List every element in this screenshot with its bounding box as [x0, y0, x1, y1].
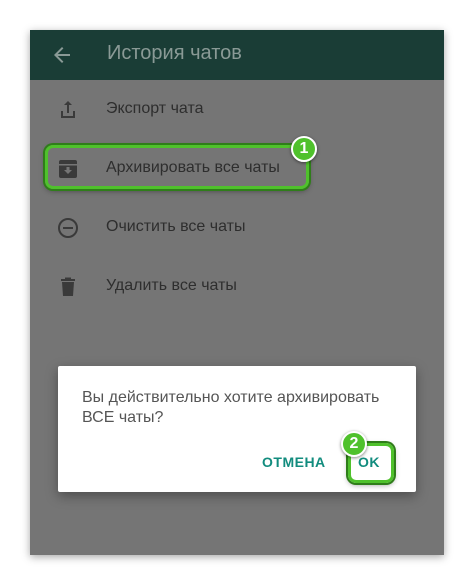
phone-screen: История чатов Экспорт чата Архивировать … — [30, 30, 444, 555]
share-icon — [61, 101, 75, 118]
cancel-button[interactable]: ОТМЕНА — [262, 454, 326, 470]
step-badge-1: 1 — [291, 136, 317, 162]
highlight-archive-all — [45, 145, 309, 189]
menu-item-clear-all[interactable]: Очистить все чаты — [30, 208, 444, 248]
menu-item-delete-all[interactable]: Удалить все чаты — [30, 267, 444, 307]
menu-item-label: Очистить все чаты — [106, 218, 246, 235]
back-arrow-icon[interactable] — [50, 43, 74, 67]
step-badge-2: 2 — [341, 431, 367, 457]
dialog-message: Вы действительно хотите архивировать ВСЕ… — [82, 389, 380, 426]
menu-item-label: Экспорт чата — [106, 100, 204, 117]
trash-icon — [61, 277, 75, 296]
menu-item-label: Удалить все чаты — [106, 277, 237, 294]
minus-circle-icon — [58, 218, 78, 238]
menu-item-export-chat[interactable]: Экспорт чата — [30, 90, 444, 130]
app-bar: История чатов — [30, 30, 444, 80]
page-title: История чатов — [107, 42, 242, 64]
